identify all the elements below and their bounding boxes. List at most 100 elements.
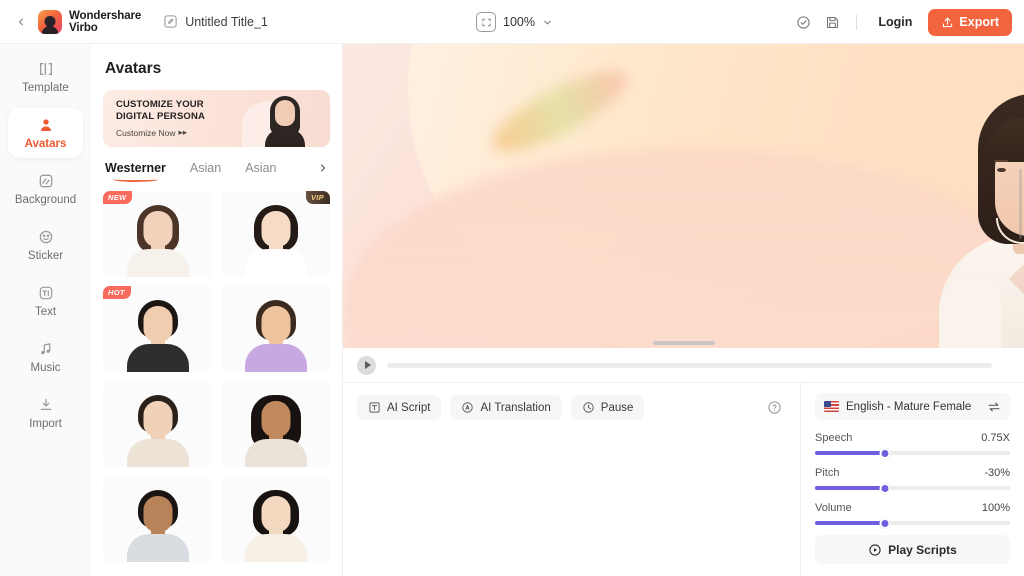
text-ti-icon — [37, 285, 54, 302]
avatar-thumb-torso — [126, 439, 189, 467]
avatar-card[interactable] — [221, 286, 330, 372]
sidebar-label: Sticker — [27, 249, 64, 262]
tab-asian-2[interactable]: Asian — [245, 161, 276, 175]
canvas-avatar-person[interactable] — [933, 86, 1024, 348]
tabs-next-button[interactable] — [315, 159, 331, 177]
avatar-card[interactable] — [103, 476, 212, 562]
brand-logo-group: Wondershare Virbo — [38, 9, 142, 34]
speech-slider-row: Speech 0.75X — [815, 432, 1010, 459]
header-divider — [856, 14, 858, 30]
sidebar-label: Background — [14, 193, 77, 206]
speech-slider[interactable] — [815, 447, 1010, 459]
timeline-track[interactable] — [387, 362, 992, 368]
avatar-thumb-face — [143, 401, 172, 437]
us-flag-icon — [824, 401, 839, 412]
canvas-scrollbar[interactable] — [1019, 169, 1022, 239]
save-button[interactable] — [819, 9, 845, 35]
pitch-slider-thumb[interactable] — [879, 482, 891, 494]
voice-settings-panel: English - Mature Female Speech 0.75X Pit… — [801, 383, 1024, 576]
avatar-thumb-face — [143, 496, 172, 532]
promo-avatar-image — [242, 90, 316, 147]
volume-slider-thumb[interactable] — [879, 517, 891, 529]
avatar-card[interactable]: VIP — [221, 191, 330, 277]
play-button[interactable] — [357, 355, 376, 375]
music-note-icon — [37, 341, 54, 358]
check-circle-icon — [797, 15, 810, 29]
avatar-badge-new: NEW — [103, 191, 133, 204]
zoom-value: 100% — [503, 15, 535, 29]
avatar-thumb-torso — [244, 249, 307, 277]
avatar-card[interactable] — [221, 476, 330, 562]
play-scripts-button[interactable]: Play Scripts — [815, 535, 1010, 564]
virbo-editor-window: Wondershare Virbo Untitled Title_1 100% — [0, 0, 1024, 576]
tabs-fade-overlay — [293, 157, 309, 179]
sidebar-label: Import — [29, 417, 62, 430]
video-canvas[interactable] — [343, 44, 1024, 348]
sidebar-item-background[interactable]: Background — [8, 164, 83, 214]
chevron-right-icon — [320, 164, 326, 172]
chevron-down-icon[interactable] — [542, 17, 553, 28]
sidebar-item-text[interactable]: Text — [8, 276, 83, 326]
tab-label: Westerner — [105, 161, 166, 175]
voice-selector[interactable]: English - Mature Female — [815, 393, 1010, 420]
avatar-thumb-torso — [244, 344, 307, 372]
chevron-left-icon — [18, 17, 24, 26]
avatar-card[interactable]: HOT — [103, 286, 212, 372]
speech-slider-thumb[interactable] — [879, 447, 891, 459]
script-editor[interactable] — [357, 433, 786, 566]
document-title-group[interactable]: Untitled Title_1 — [163, 14, 268, 29]
play-scripts-label: Play Scripts — [888, 542, 957, 557]
sidebar-label: Avatars — [24, 137, 67, 150]
chip-label: Pause — [600, 401, 634, 414]
text-box-icon — [369, 402, 380, 413]
promo-banner[interactable]: CUSTOMIZE YOUR DIGITAL PERSONA Customize… — [103, 90, 330, 147]
canvas-resize-grip[interactable] — [652, 341, 715, 345]
tab-westerner[interactable]: Westerner — [105, 161, 166, 182]
brand-name: Wondershare Virbo — [69, 9, 142, 34]
question-circle-icon[interactable] — [767, 400, 782, 415]
volume-slider[interactable] — [815, 517, 1010, 529]
playback-timeline — [343, 348, 1024, 383]
pitch-value: -30% — [984, 467, 1010, 479]
sidebar-item-music[interactable]: Music — [8, 332, 83, 382]
avatar-card[interactable]: NEW — [103, 191, 212, 277]
avatar-thumb-face — [143, 306, 172, 342]
avatar-thumb-torso — [126, 534, 189, 562]
avatar-thumb-face — [261, 211, 290, 247]
back-button[interactable] — [8, 0, 34, 44]
avatar-shoulder-left — [939, 276, 1001, 348]
volume-slider-row: Volume 100% — [815, 502, 1010, 529]
pause-button[interactable]: Pause — [570, 395, 645, 420]
promo-cta[interactable]: Customize Now ▸▸ — [116, 127, 205, 138]
pitch-slider-head: Pitch -30% — [815, 467, 1010, 479]
pitch-slider-fill — [815, 486, 886, 490]
avatar-card[interactable] — [103, 381, 212, 467]
login-button[interactable]: Login — [868, 15, 922, 29]
promo-cta-arrow-icon: ▸▸ — [178, 127, 188, 137]
export-label: Export — [959, 15, 999, 29]
panel-title: Avatars — [105, 60, 162, 77]
tab-asian-1[interactable]: Asian — [190, 161, 221, 175]
sidebar-item-sticker[interactable]: Sticker — [8, 220, 83, 270]
sidebar-item-import[interactable]: Import — [8, 388, 83, 438]
avatars-panel: Avatars CUSTOMIZE YOUR DIGITAL PERSONA C… — [91, 44, 343, 576]
fit-to-screen-button[interactable] — [476, 12, 496, 32]
speech-slider-fill — [815, 451, 886, 455]
sidebar-item-avatars[interactable]: Avatars — [8, 108, 83, 158]
sidebar-item-template[interactable]: Template — [8, 52, 83, 102]
avatar-card[interactable] — [221, 381, 330, 467]
ai-translation-button[interactable]: AI Translation — [450, 395, 562, 420]
pitch-slider[interactable] — [815, 482, 1010, 494]
avatar-badge-hot: HOT — [103, 286, 131, 299]
export-button[interactable]: Export — [928, 8, 1012, 36]
volume-value: 100% — [981, 502, 1010, 514]
script-toolbar: AI Script AI Translation Pause — [343, 383, 800, 420]
swap-arrows-icon[interactable] — [987, 400, 1001, 414]
zoom-control[interactable]: 100% — [476, 8, 553, 36]
avatar-thumb-face — [261, 306, 290, 342]
avatar-thumb-torso — [126, 249, 189, 277]
check-status-button[interactable] — [790, 9, 816, 35]
avatar-thumbnail — [103, 381, 212, 467]
volume-slider-head: Volume 100% — [815, 502, 1010, 514]
ai-script-button[interactable]: AI Script — [357, 395, 442, 420]
